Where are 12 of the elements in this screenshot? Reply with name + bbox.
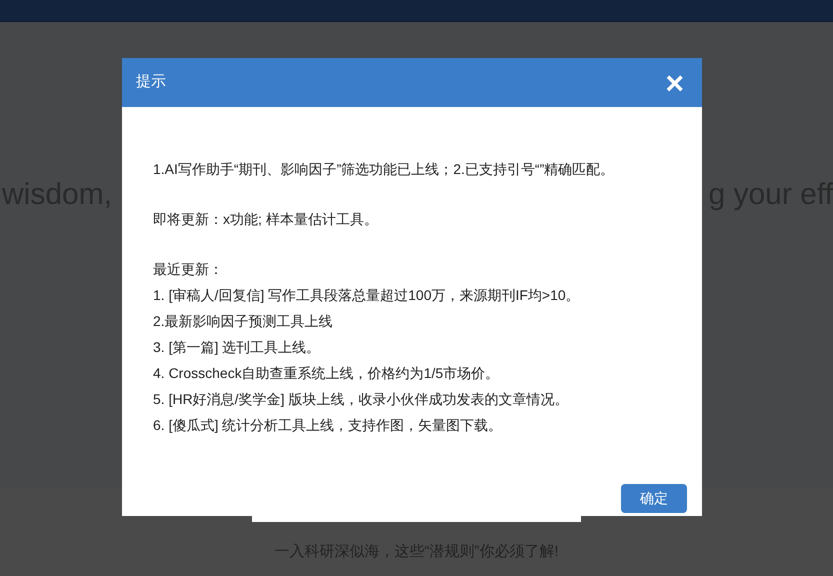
close-button[interactable]: × bbox=[661, 66, 688, 98]
update-item: 2.最新影响因子预测工具上线 bbox=[153, 312, 334, 331]
update-item: 5. [HR好消息/奖学金] 版块上线，收录小伙伴成功发表的文章情况。 bbox=[153, 390, 570, 409]
confirm-button[interactable]: 确定 bbox=[621, 484, 687, 513]
update-item: 6. [傻瓜式] 统计分析工具上线，支持作图，矢量图下载。 bbox=[153, 416, 504, 435]
dialog-paragraph: 1.AI写作助手“期刊、影响因子”筛选功能已上线；2.已支持引号“”精确匹配。 bbox=[153, 160, 616, 179]
update-item: 4. Crosscheck自助查重系统上线，价格约为1/5市场价。 bbox=[153, 364, 500, 383]
recent-heading: 最近更新： bbox=[153, 260, 224, 279]
update-item: 1. [审稿人/回复信] 写作工具段落总量超过100万，来源期刊IF均>10。 bbox=[153, 286, 581, 305]
dialog-title: 提示 bbox=[136, 72, 166, 92]
dialog-paragraph: 即将更新：x功能; 样本量估计工具。 bbox=[153, 210, 379, 229]
update-item: 3. [第一篇] 选刊工具上线。 bbox=[153, 338, 322, 357]
